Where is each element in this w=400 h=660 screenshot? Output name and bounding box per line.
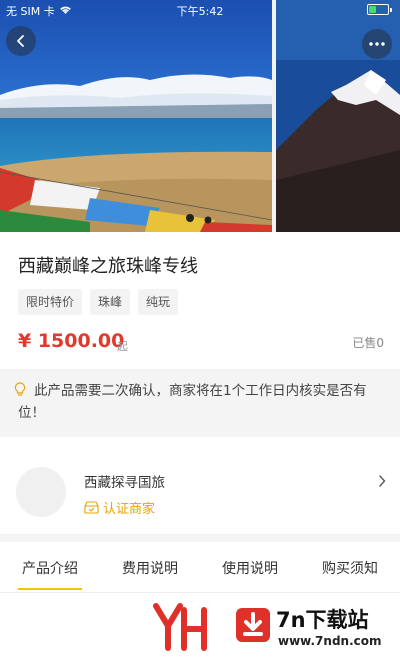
hero-carousel[interactable] [0,0,400,232]
price-suffix: 起 [117,340,128,353]
verified-badge: 认证商家 [84,498,155,517]
detail-tabs: 产品介绍 费用说明 使用说明 购买须知 [0,548,400,592]
tabs-divider [0,592,400,593]
chevron-right-icon [378,472,386,491]
watermark-url: www.7ndn.com [278,634,382,648]
tab-fee-description[interactable]: 费用说明 [100,548,200,592]
merchant-card[interactable]: 西藏探寻国旅 认证商家 [0,450,400,530]
notice-text: 此产品需要二次确认，商家将在1个工作日内核实是否有位！ [18,383,367,421]
confirmation-notice: 此产品需要二次确认，商家将在1个工作日内核实是否有位！ [0,369,400,437]
tag: 限时特价 [18,289,83,315]
watermark-brand: 7n下载站 [276,608,369,632]
price-row: ¥ 1500.00 起 已售0 [18,330,384,356]
back-button[interactable] [6,26,36,56]
more-dots-icon [369,42,385,46]
chevron-left-icon [17,35,24,47]
more-button[interactable] [362,29,392,59]
download-arrow-icon [236,608,270,646]
tab-usage-instructions[interactable]: 使用说明 [200,548,300,592]
merchant-avatar [16,467,66,517]
tab-purchase-notes[interactable]: 购买须知 [300,548,400,592]
tag: 珠峰 [90,289,131,315]
status-bar: 无 SIM 卡 下午5:42 [0,0,400,20]
tab-product-intro[interactable]: 产品介绍 [0,548,100,592]
price: ¥ 1500.00 [18,330,125,352]
tag: 纯玩 [138,289,179,315]
hero-image-lake [0,0,272,232]
product-tags: 限时特价 珠峰 纯玩 [18,289,179,315]
section-divider [0,534,400,542]
sold-count: 已售0 [352,336,384,350]
verified-label: 认证商家 [103,502,156,517]
verified-merchant-icon [84,501,99,514]
merchant-name: 西藏探寻国旅 [84,475,165,491]
product-detail-page: 无 SIM 卡 下午5:42 西藏巅峰之旅珠峰专线 限时特价 珠峰 纯玩 ¥ 1… [0,0,400,660]
product-title: 西藏巅峰之旅珠峰专线 [18,256,198,277]
site-watermark: 7n下载站 www.7ndn.com [150,598,400,660]
battery-icon [367,4,392,15]
yh-logo-icon [150,602,210,658]
status-time: 下午5:42 [176,5,224,18]
